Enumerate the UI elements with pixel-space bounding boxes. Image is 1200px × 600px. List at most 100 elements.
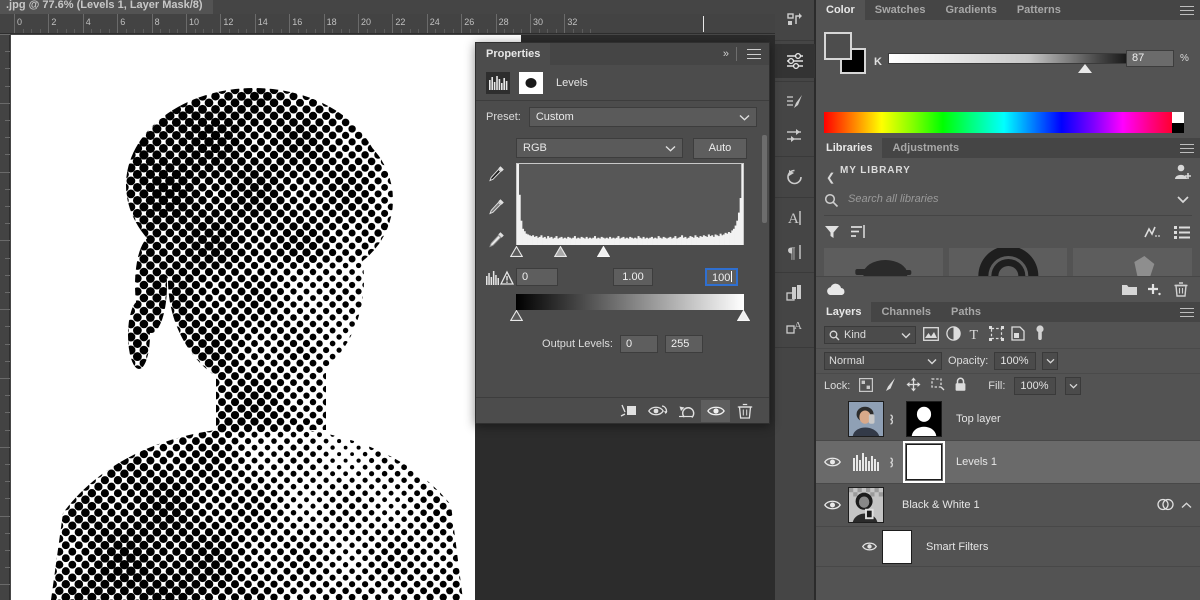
table-row[interactable]: Levels 1 xyxy=(816,441,1200,484)
adjustment-layer-thumbnail[interactable] xyxy=(848,453,884,471)
chevron-down-icon[interactable] xyxy=(1176,195,1190,207)
gray-point-eyedropper-icon[interactable] xyxy=(488,198,505,218)
smart-filter-visibility-toggle[interactable] xyxy=(856,541,882,552)
cloud-icon[interactable] xyxy=(826,283,846,300)
tab-paths[interactable]: Paths xyxy=(941,302,991,322)
layer-mask-thumbnail[interactable] xyxy=(906,401,942,437)
table-row[interactable]: Black & White 1 xyxy=(816,484,1200,527)
layer-thumbnail[interactable] xyxy=(848,487,884,523)
adjustment-layer-icon[interactable] xyxy=(946,326,961,344)
vertical-ruler[interactable] xyxy=(0,34,10,600)
library-asset-item[interactable] xyxy=(949,248,1068,276)
layer-mask-thumbnail[interactable] xyxy=(906,444,942,480)
library-breadcrumb[interactable]: MY LIBRARY xyxy=(840,165,911,176)
input-black-field[interactable]: 0 xyxy=(516,268,558,286)
paragraph-icon[interactable]: ¶ xyxy=(775,235,815,269)
filter-toggle-icon[interactable] xyxy=(1034,325,1046,346)
character-icon[interactable]: A xyxy=(775,201,815,235)
lock-all-icon[interactable] xyxy=(954,377,967,395)
k-slider-thumb[interactable] xyxy=(1078,64,1092,73)
delete-icon[interactable] xyxy=(730,400,759,422)
lock-transparency-icon[interactable] xyxy=(859,378,873,395)
input-white-slider[interactable] xyxy=(597,246,609,256)
input-gamma-field[interactable]: 1.00 xyxy=(613,268,653,286)
histogram-cache-warning-icon[interactable] xyxy=(486,270,516,286)
layer-mask-icon[interactable] xyxy=(519,72,543,94)
new-folder-icon[interactable] xyxy=(1121,282,1138,300)
libraries-panel-menu-icon[interactable] xyxy=(1180,142,1194,154)
input-black-slider[interactable] xyxy=(510,246,522,256)
k-channel-slider[interactable] xyxy=(888,53,1143,64)
list-item[interactable]: Smart Filters xyxy=(816,527,1200,567)
output-white-field[interactable]: 255 xyxy=(665,335,703,353)
library-asset-item[interactable] xyxy=(824,248,943,276)
type-layer-icon[interactable]: T xyxy=(968,327,982,344)
fill-field[interactable]: 100% xyxy=(1014,377,1056,395)
graph-view-icon[interactable] xyxy=(1144,225,1160,242)
tab-swatches[interactable]: Swatches xyxy=(865,0,936,20)
document-canvas[interactable] xyxy=(11,35,521,600)
opacity-field[interactable]: 100% xyxy=(994,352,1036,370)
layer-visibility-toggle[interactable] xyxy=(816,456,848,468)
tab-color[interactable]: Color xyxy=(816,0,865,20)
color-panel-menu-icon[interactable] xyxy=(1180,4,1194,16)
toggle-visibility-icon[interactable] xyxy=(701,400,730,422)
lock-artboard-icon[interactable] xyxy=(930,377,945,395)
levels-histogram-chart[interactable] xyxy=(516,163,744,245)
tab-libraries[interactable]: Libraries xyxy=(816,138,882,158)
layers-panel-menu-icon[interactable] xyxy=(1180,306,1194,318)
black-point-eyedropper-icon[interactable] xyxy=(488,165,505,185)
layer-filter-kind-select[interactable]: Kind xyxy=(824,326,916,344)
opacity-stepper[interactable] xyxy=(1042,352,1058,370)
color-spectrum-ramp[interactable] xyxy=(824,112,1184,133)
table-row[interactable]: Top layer xyxy=(816,398,1200,441)
collapse-panel-icon[interactable]: » xyxy=(723,48,729,60)
shape-layer-icon[interactable] xyxy=(989,326,1004,344)
preset-select[interactable]: Custom xyxy=(529,107,757,127)
list-view-icon[interactable] xyxy=(1174,225,1190,242)
output-black-slider[interactable] xyxy=(510,310,522,320)
k-value-field[interactable]: 87 xyxy=(1126,50,1174,67)
tab-patterns[interactable]: Patterns xyxy=(1007,0,1071,20)
properties-panel-menu-icon[interactable] xyxy=(747,49,761,59)
layer-visibility-toggle[interactable] xyxy=(816,499,848,511)
back-chevron-icon[interactable]: ❮ xyxy=(826,171,835,184)
add-item-icon[interactable] xyxy=(1146,282,1162,300)
fill-stepper[interactable] xyxy=(1065,377,1081,395)
input-gamma-slider[interactable] xyxy=(554,246,566,256)
properties-scrollbar[interactable] xyxy=(762,135,767,223)
output-levels-gradient[interactable] xyxy=(516,294,744,310)
sort-icon[interactable] xyxy=(850,224,866,243)
white-point-eyedropper-icon[interactable] xyxy=(488,231,505,251)
output-white-slider[interactable] xyxy=(737,310,749,320)
smart-filters-icon[interactable] xyxy=(1157,498,1174,514)
library-asset-item[interactable] xyxy=(1073,248,1192,276)
filter-icon[interactable] xyxy=(824,224,840,243)
spectrum-endcaps[interactable] xyxy=(1172,112,1184,133)
preview-previous-state-icon[interactable] xyxy=(643,400,672,422)
smart-object-icon[interactable] xyxy=(1011,326,1025,344)
character-styles-icon[interactable]: A xyxy=(775,310,815,344)
tab-adjustments[interactable]: Adjustments xyxy=(882,138,969,158)
channel-select[interactable]: RGB xyxy=(516,138,683,158)
blend-mode-select[interactable]: Normal xyxy=(824,352,942,370)
library-search[interactable]: Search all libraries xyxy=(824,186,1192,216)
layer-link-icon[interactable] xyxy=(884,456,896,469)
pixel-layer-icon[interactable] xyxy=(923,327,939,344)
layer-comps-icon[interactable] xyxy=(775,276,815,310)
adjustments-icon[interactable] xyxy=(775,44,815,78)
lock-position-icon[interactable] xyxy=(906,377,921,395)
smart-filter-mask-thumbnail[interactable] xyxy=(882,530,912,564)
library-search-input[interactable]: Search all libraries xyxy=(848,193,938,205)
brushes-icon[interactable] xyxy=(775,119,815,153)
chevron-up-icon[interactable] xyxy=(1181,500,1192,512)
tab-channels[interactable]: Channels xyxy=(871,302,941,322)
brush-settings-icon[interactable] xyxy=(775,85,815,119)
history-icon[interactable] xyxy=(775,160,815,194)
tab-layers[interactable]: Layers xyxy=(816,302,871,322)
auto-button[interactable]: Auto xyxy=(693,138,747,159)
delete-icon[interactable] xyxy=(1174,282,1188,300)
layer-thumbnail[interactable] xyxy=(848,401,884,437)
reset-icon[interactable] xyxy=(672,400,701,422)
layer-link-icon[interactable] xyxy=(884,413,896,426)
